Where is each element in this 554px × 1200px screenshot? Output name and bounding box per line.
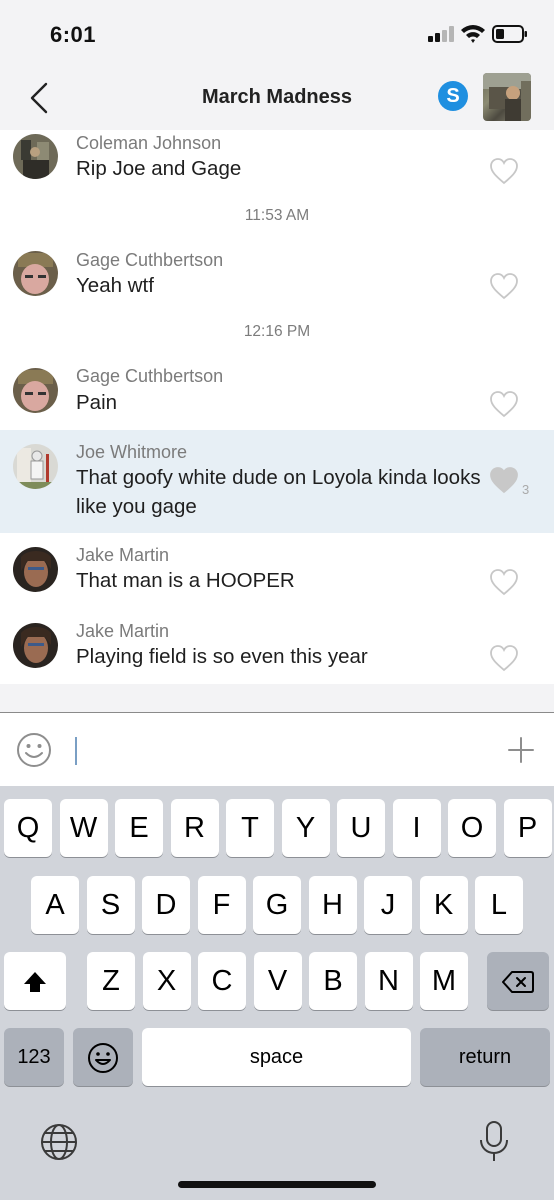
keyboard: Q W E R T Y U I O P A S D F G H J K L Z X C V B N M 123 space return: [0, 786, 554, 1200]
key-a[interactable]: A: [31, 876, 79, 934]
message-text: Pain: [76, 391, 118, 414]
chevron-left-icon: [30, 82, 48, 114]
sender-name: Jake Martin: [76, 621, 170, 641]
timestamp: 11:53 AM: [244, 207, 310, 224]
key-l[interactable]: L: [475, 876, 523, 934]
key-q[interactable]: Q: [4, 799, 52, 857]
key-j[interactable]: J: [364, 876, 412, 934]
chat-footer-gap: [0, 684, 554, 712]
like-count: 3: [522, 482, 530, 497]
message-row: Joe Whitmore That goofy white dude on Lo…: [0, 430, 554, 533]
avatar[interactable]: [13, 444, 58, 489]
shift-key[interactable]: [4, 952, 66, 1010]
delete-key[interactable]: [487, 952, 549, 1010]
message-row: Jake Martin Playing field is so even thi…: [0, 618, 554, 684]
skype-call-button[interactable]: S: [438, 81, 468, 111]
emoji-keyboard-key[interactable]: [73, 1028, 133, 1086]
home-indicator[interactable]: [178, 1181, 376, 1188]
status-time: 6:01: [50, 22, 97, 47]
avatar[interactable]: [13, 251, 58, 296]
key-k[interactable]: K: [419, 876, 468, 934]
key-h[interactable]: H: [308, 876, 357, 934]
sender-name: Gage Cuthbertson: [76, 366, 224, 386]
message-input[interactable]: [75, 737, 77, 765]
plus-icon: [508, 737, 534, 763]
key-y[interactable]: Y: [281, 799, 330, 857]
sender-name: Jake Martin: [76, 545, 170, 565]
key-w[interactable]: W: [59, 799, 108, 857]
message-row: Gage Cuthbertson Yeah wtf: [0, 244, 554, 306]
message-input-bar: [0, 712, 554, 786]
battery-icon: [492, 25, 528, 43]
key-r[interactable]: R: [170, 799, 219, 857]
key-g[interactable]: G: [253, 876, 301, 934]
avatar[interactable]: [13, 134, 58, 179]
sender-name: Coleman Johnson: [76, 133, 222, 153]
message-text: Rip Joe and Gage: [76, 157, 242, 180]
message-row: Jake Martin That man is a HOOPER: [0, 542, 554, 604]
heart-icon[interactable]: [489, 568, 519, 596]
heart-icon[interactable]: [489, 157, 519, 185]
key-f[interactable]: F: [197, 876, 246, 934]
key-b[interactable]: B: [309, 952, 357, 1010]
key-s[interactable]: S: [86, 876, 135, 934]
back-button[interactable]: [22, 80, 58, 116]
return-key[interactable]: return: [420, 1028, 550, 1086]
key-e[interactable]: E: [115, 799, 163, 857]
add-attachment-button[interactable]: [507, 736, 535, 764]
message-text: That man is a HOOPER: [76, 569, 295, 592]
group-avatar[interactable]: [483, 73, 531, 121]
sender-name: Gage Cuthbertson: [76, 250, 224, 270]
cellular-signal-icon: [428, 26, 456, 42]
wifi-icon: [460, 22, 486, 44]
key-v[interactable]: V: [253, 952, 302, 1010]
message-list[interactable]: Coleman Johnson Rip Joe and Gage 11:53 A…: [0, 130, 554, 684]
key-p[interactable]: P: [503, 799, 552, 857]
key-d[interactable]: D: [142, 876, 190, 934]
key-c[interactable]: C: [198, 952, 246, 1010]
chat-title: March Madness: [201, 86, 353, 108]
message-text: That goofy white dude on Loyola kinda lo…: [76, 466, 481, 518]
message-row: Coleman Johnson Rip Joe and Gage: [0, 130, 554, 190]
avatar[interactable]: [13, 547, 58, 592]
key-i[interactable]: I: [392, 799, 441, 857]
heart-icon[interactable]: [489, 644, 519, 672]
avatar[interactable]: [13, 368, 58, 413]
sender-name: Joe Whitmore: [76, 442, 188, 462]
message-row: Gage Cuthbertson Pain: [0, 360, 554, 424]
heart-icon[interactable]: [489, 466, 519, 494]
status-bar: 6:01: [0, 0, 554, 66]
microphone-icon[interactable]: [478, 1120, 510, 1164]
heart-icon[interactable]: [489, 390, 519, 418]
message-text: Playing field is so even this year: [76, 645, 368, 668]
emoji-button[interactable]: [16, 732, 52, 768]
heart-icon[interactable]: [489, 272, 519, 300]
globe-icon[interactable]: [39, 1122, 79, 1162]
shift-icon: [24, 972, 46, 993]
key-x[interactable]: X: [142, 952, 191, 1010]
key-t[interactable]: T: [226, 799, 274, 857]
smiley-icon: [17, 733, 51, 767]
emoji-icon: [88, 1043, 118, 1074]
key-m[interactable]: M: [420, 952, 468, 1010]
key-o[interactable]: O: [448, 799, 496, 857]
key-z[interactable]: Z: [87, 952, 135, 1010]
avatar[interactable]: [13, 623, 58, 668]
backspace-icon: [502, 971, 534, 994]
message-text: Yeah wtf: [76, 274, 154, 297]
key-n[interactable]: N: [364, 952, 413, 1010]
timestamp: 12:16 PM: [243, 323, 311, 340]
key-u[interactable]: U: [337, 799, 385, 857]
space-key[interactable]: space: [142, 1028, 411, 1086]
nav-bar: March Madness S: [0, 66, 554, 130]
numbers-key[interactable]: 123: [4, 1028, 64, 1086]
